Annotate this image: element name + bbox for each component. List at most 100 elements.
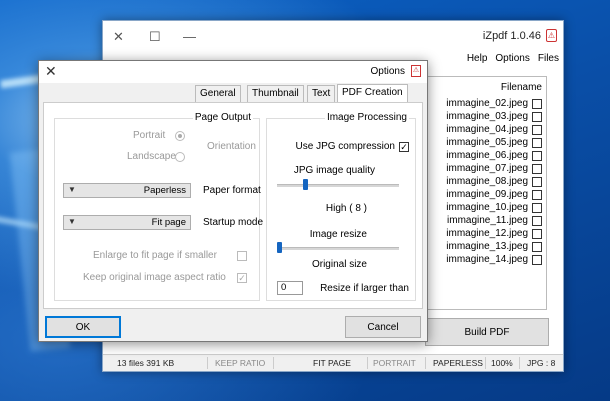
group-title: Image Processing (324, 112, 409, 123)
chevron-down-icon: ▼ (68, 217, 76, 226)
file-name: immagine_12.jpeg (446, 228, 528, 239)
file-name: immagine_10.jpeg (446, 202, 528, 213)
image-resize-thumb[interactable] (277, 242, 282, 253)
paper-format-select[interactable]: ▼ Paperless (63, 183, 191, 198)
file-name: immagine_11.jpeg (447, 215, 528, 226)
image-resize-label: Image resize (309, 229, 367, 240)
list-item[interactable]: immagine_13.jpeg (446, 240, 542, 253)
cancel-button[interactable]: Cancel (345, 316, 421, 338)
list-item[interactable]: immagine_06.jpeg (446, 149, 542, 162)
pdf-icon: ⚠ (411, 65, 421, 77)
file-list[interactable]: Filename immagine_02.jpeg immagine_03.jp… (421, 76, 547, 310)
options-dialog: ✕ Options ⚠ General Thumbnail Text PDF C… (38, 60, 428, 342)
dialog-title-bar: ✕ Options ⚠ (39, 61, 427, 83)
file-name: immagine_06.jpeg (446, 150, 528, 161)
image-resize-slider[interactable] (277, 247, 399, 250)
dialog-title: Options (370, 66, 405, 77)
tab-panel: Image Processing ✓ Use JPG compression J… (43, 102, 423, 309)
status-orientation: PORTRAIT (373, 358, 416, 368)
orientation-label: Orientation (207, 141, 256, 152)
status-zoom: 100% (491, 358, 513, 368)
image-resize-value: Original size (311, 259, 367, 270)
tab-general[interactable]: General (195, 85, 241, 102)
startup-mode-value: Fit page (151, 217, 186, 228)
file-checkbox[interactable] (532, 189, 542, 200)
list-item[interactable]: immagine_09.jpeg (446, 188, 542, 201)
filename-header[interactable]: Filename (501, 82, 542, 93)
file-name: immagine_03.jpeg (446, 111, 528, 122)
menu-options[interactable]: Options (495, 53, 529, 64)
group-title: Page Output (192, 112, 253, 123)
file-checkbox[interactable] (532, 111, 542, 122)
list-item[interactable]: immagine_11.jpeg (447, 214, 542, 227)
file-checkbox[interactable] (532, 202, 542, 213)
menu-help[interactable]: Help (467, 53, 488, 64)
file-checkbox[interactable] (532, 254, 542, 265)
window-title: iZpdf 1.0.46 (482, 30, 541, 42)
keep-ratio-label: Keep original image aspect ratio (83, 272, 226, 283)
file-checkbox[interactable] (532, 137, 542, 148)
list-item[interactable]: immagine_05.jpeg (446, 136, 542, 149)
jpg-quality-value: High ( 8 ) (325, 203, 367, 214)
file-name: immagine_04.jpeg (446, 124, 528, 135)
tab-pdf-creation[interactable]: PDF Creation (337, 84, 408, 103)
file-name: immagine_08.jpeg (446, 176, 528, 187)
file-name: immagine_07.jpeg (446, 163, 528, 174)
startup-mode-label: Startup mode (203, 217, 264, 228)
close-icon[interactable]: ✕ (45, 63, 57, 80)
build-pdf-button[interactable]: Build PDF (425, 318, 549, 346)
file-checkbox[interactable] (532, 176, 542, 187)
use-jpg-label: Use JPG compression (295, 141, 395, 152)
enlarge-label: Enlarge to fit page if smaller (93, 250, 217, 261)
image-processing-group: Image Processing ✓ Use JPG compression J… (266, 112, 416, 301)
tab-strip: General Thumbnail Text PDF Creation (195, 84, 423, 103)
list-item[interactable]: immagine_03.jpeg (446, 110, 542, 123)
jpg-quality-slider[interactable] (277, 184, 399, 187)
file-checkbox[interactable] (532, 98, 542, 109)
file-checkbox[interactable] (532, 228, 542, 239)
paper-format-value: Paperless (143, 185, 186, 196)
list-item[interactable]: immagine_08.jpeg (446, 175, 542, 188)
minimize-button[interactable]: — (183, 29, 196, 44)
list-item[interactable]: immagine_10.jpeg (446, 201, 542, 214)
page-output-group: Page Output Portrait Orientation Landsca… (54, 112, 264, 301)
tab-thumbnail[interactable]: Thumbnail (247, 85, 304, 102)
file-checkbox[interactable] (532, 124, 542, 135)
keep-ratio-checkbox[interactable]: ✓ (237, 273, 247, 283)
file-checkbox[interactable] (532, 241, 542, 252)
file-name: immagine_05.jpeg (446, 137, 528, 148)
list-item[interactable]: immagine_04.jpeg (446, 123, 542, 136)
enlarge-checkbox[interactable] (237, 251, 247, 261)
status-jpg-quality: JPG : 8 (527, 358, 556, 368)
file-checkbox[interactable] (532, 215, 542, 226)
chevron-down-icon: ▼ (68, 185, 76, 194)
main-title-bar: ✕ ☐ — iZpdf 1.0.46 ⚠ (103, 21, 563, 53)
resize-if-input[interactable]: 0 (277, 281, 303, 295)
close-button[interactable]: ✕ (113, 29, 124, 45)
status-fit-page: FIT PAGE (313, 358, 351, 368)
file-name: immagine_02.jpeg (446, 98, 528, 109)
paper-format-label: Paper format (203, 185, 261, 196)
ok-button[interactable]: OK (45, 316, 121, 338)
landscape-label: Landscape (127, 151, 176, 162)
file-name: immagine_09.jpeg (446, 189, 528, 200)
jpg-quality-thumb[interactable] (303, 179, 308, 190)
maximize-button[interactable]: ☐ (149, 29, 161, 45)
portrait-radio[interactable] (175, 131, 185, 141)
status-paper-format: PAPERLESS (433, 358, 483, 368)
list-item[interactable]: immagine_12.jpeg (446, 227, 542, 240)
file-checkbox[interactable] (532, 150, 542, 161)
pdf-icon: ⚠ (546, 29, 557, 42)
list-item[interactable]: immagine_14.jpeg (446, 253, 542, 266)
menu-files[interactable]: Files (538, 53, 559, 64)
file-name: immagine_14.jpeg (446, 254, 528, 265)
landscape-radio[interactable] (175, 152, 185, 162)
file-checkbox[interactable] (532, 163, 542, 174)
status-keep-ratio: KEEP RATIO (215, 358, 266, 368)
use-jpg-checkbox[interactable]: ✓ (399, 142, 409, 152)
tab-text[interactable]: Text (307, 85, 336, 102)
startup-mode-select[interactable]: ▼ Fit page (63, 215, 191, 230)
list-item[interactable]: immagine_07.jpeg (446, 162, 542, 175)
resize-if-label: Resize if larger than (320, 283, 409, 294)
list-item[interactable]: immagine_02.jpeg (446, 97, 542, 110)
